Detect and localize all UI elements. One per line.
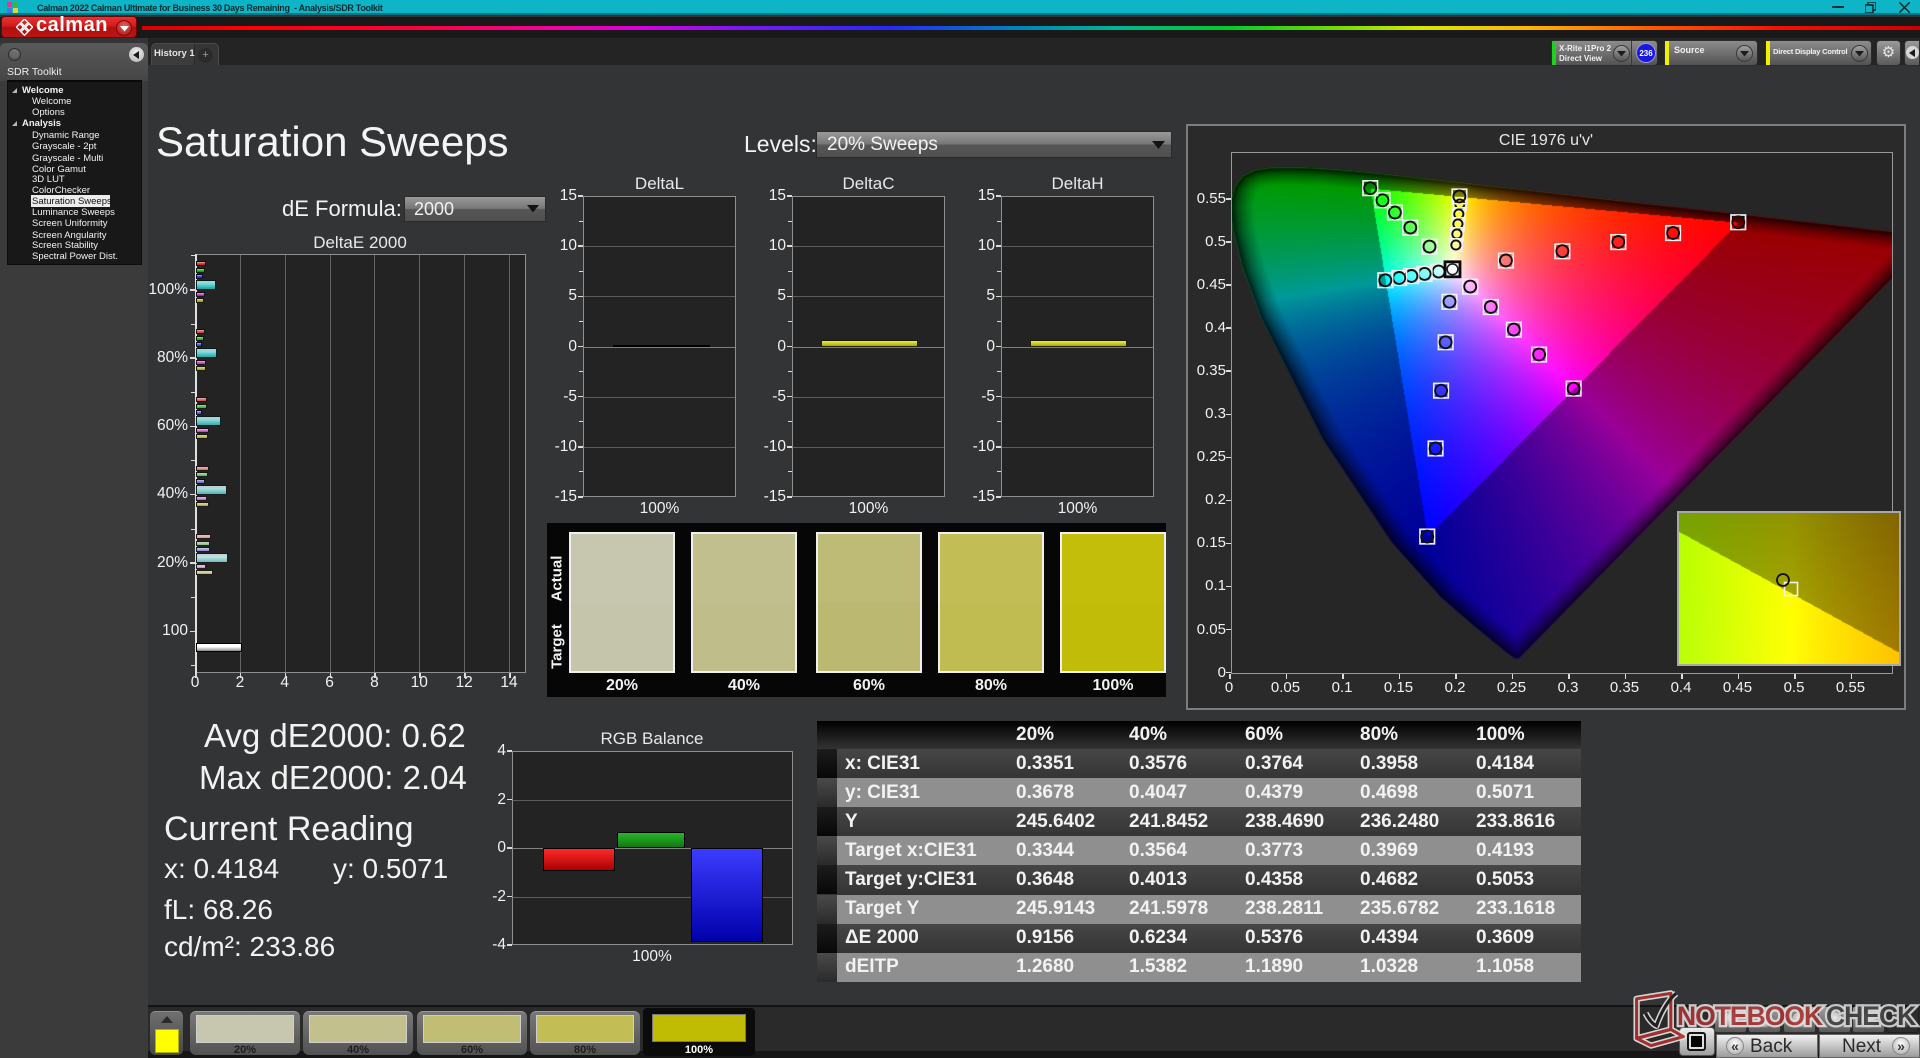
svg-text:NOTEBOOK: NOTEBOOK	[1677, 1001, 1823, 1031]
svg-text:CHECK: CHECK	[1826, 1001, 1916, 1031]
